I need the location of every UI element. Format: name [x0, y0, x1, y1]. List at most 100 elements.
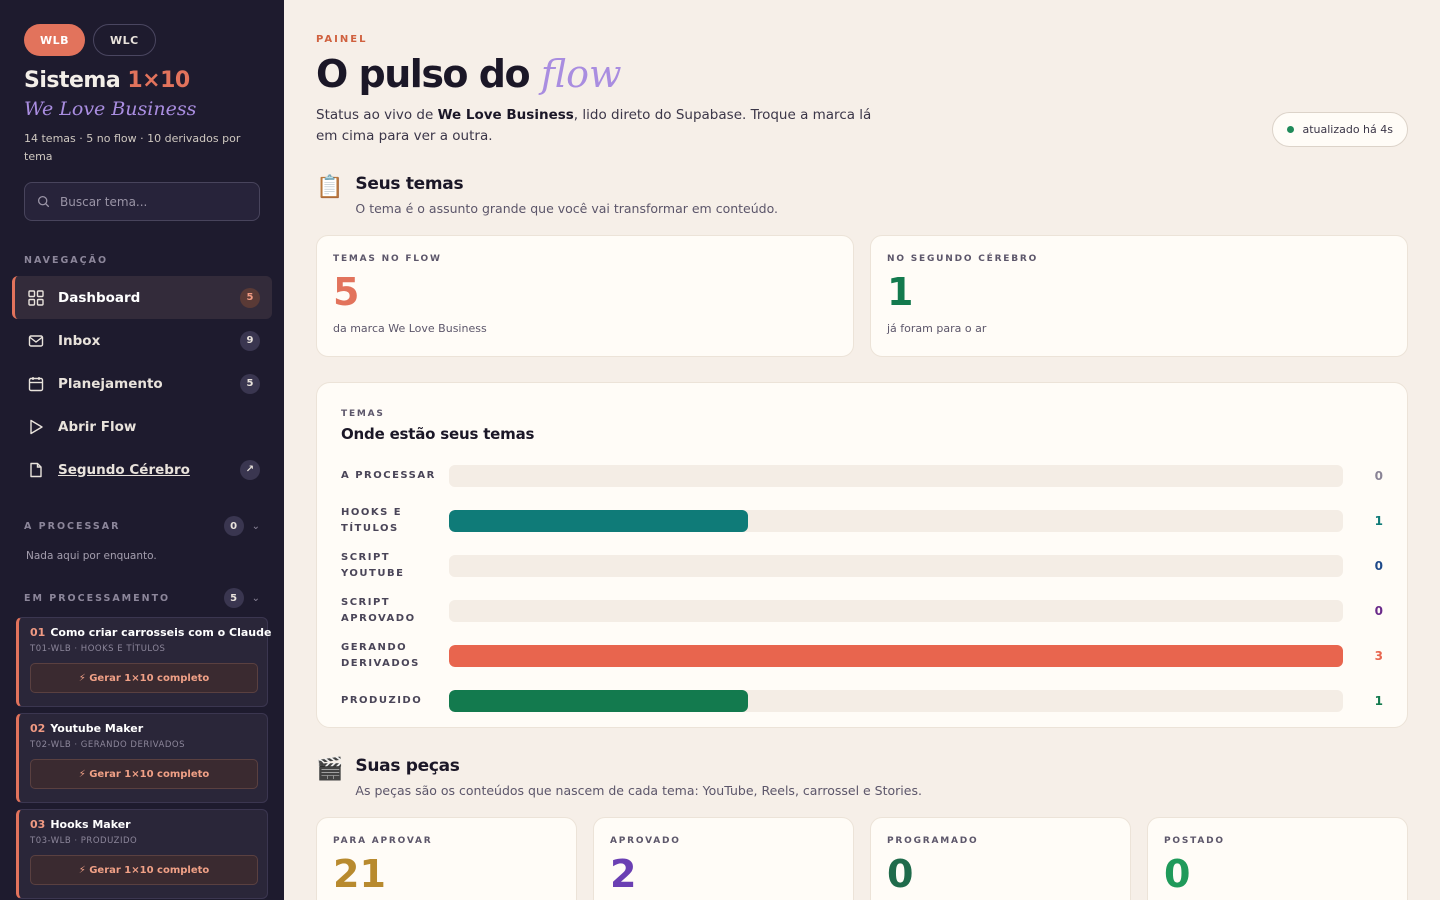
page-eyebrow: PAINEL — [316, 34, 368, 45]
nav-badge: 5 — [240, 287, 260, 308]
section-em-processamento[interactable]: EM PROCESSAMENTO 5 ⌄ — [24, 588, 260, 608]
bar-value: 3 — [1374, 648, 1383, 663]
document-icon — [30, 462, 42, 477]
bar-track — [448, 599, 1344, 622]
stat-value: 5 — [333, 270, 360, 314]
bar-value: 0 — [1374, 468, 1383, 483]
bar-value: 0 — [1374, 558, 1383, 573]
clipboard-icon: 📋 — [316, 175, 344, 200]
stat-desc: já foram para o ar — [887, 322, 987, 335]
nav-item-label: Planejamento — [58, 375, 163, 392]
stat-label: POSTADO — [1164, 836, 1225, 846]
stat-value: 21 — [333, 852, 386, 896]
system-title-accent: 1×10 — [127, 68, 190, 93]
tema-card-title: 02 Youtube Maker — [30, 722, 257, 735]
stat-card-postado: POSTADO 0 — [1147, 817, 1408, 900]
nav-item-inbox[interactable]: Inbox 9 — [12, 319, 272, 362]
section-a-processar[interactable]: A PROCESSAR 0 ⌄ — [24, 516, 260, 536]
brand-toggle: WLB WLC — [24, 24, 156, 56]
bar-value: 1 — [1374, 693, 1383, 708]
search-icon — [37, 195, 50, 208]
tema-card[interactable]: 03 Hooks Maker T03-WLB · PRODUZIDO ⚡ Gera… — [16, 809, 268, 899]
external-link-icon: ↗ — [240, 459, 260, 480]
bar-fill — [448, 644, 1344, 667]
search-box[interactable] — [24, 182, 260, 221]
nav-item-planejamento[interactable]: Planejamento 5 — [12, 362, 272, 405]
bar-label: PRODUZIDO — [341, 694, 423, 706]
nav-item-label: Dashboard — [58, 289, 141, 306]
stat-card-segundo-cerebro: NO SEGUNDO CÉREBRO 1 já foram para o ar — [870, 235, 1408, 357]
bar-row: PRODUZIDO 1 — [341, 678, 1383, 723]
nav-badge: 5 — [240, 373, 260, 394]
nav-item-label: Inbox — [58, 332, 101, 349]
section-title: Seus temas — [355, 174, 464, 194]
updated-text: atualizado há 4s — [1302, 123, 1393, 136]
bar-chart: A PROCESSAR 0 HOOKS E TÍTULOS 1 SCRIPT YOUTU… — [341, 453, 1383, 723]
section-subtitle: As peças são os conteúdos que nascem de … — [355, 783, 922, 798]
panel-label: TEMAS — [341, 409, 385, 419]
bar-label: A PROCESSAR — [341, 469, 436, 481]
nav-item-label: Abrir Flow — [58, 418, 137, 435]
bar-row: GERANDO DERIVADOS 3 — [341, 633, 1383, 678]
lead-brand: We Love Business — [437, 107, 574, 123]
section-subtitle: O tema é o assunto grande que você vai t… — [355, 201, 779, 216]
stat-card-para-aprovar: PARA APROVAR 21 — [316, 817, 577, 900]
gerar-completo-button[interactable]: ⚡ Gerar 1×10 completo — [30, 855, 258, 885]
nav-item-dashboard[interactable]: Dashboard 5 — [12, 276, 272, 319]
page-title-text: O pulso do — [316, 52, 531, 96]
main-content: PAINEL O pulso do flow Status ao vivo de… — [284, 0, 1440, 900]
empty-state: Nada aqui por enquanto. — [26, 550, 157, 562]
tema-card-sub: T02-WLB · GERANDO DERIVADOS — [30, 740, 185, 750]
bar-label: HOOKS E TÍTULOS — [341, 506, 403, 534]
bar-track — [448, 644, 1344, 667]
panel-title: Onde estão seus temas — [341, 425, 535, 443]
stat-label: APROVADO — [610, 836, 681, 846]
chevron-down-icon: ⌄ — [251, 592, 260, 604]
section-title: Suas peças — [355, 756, 460, 776]
bar-value: 1 — [1374, 513, 1383, 528]
bar-label: SCRIPT APROVADO — [341, 596, 416, 624]
stat-value: 0 — [887, 852, 914, 896]
bar-track — [448, 689, 1344, 712]
bar-fill — [448, 689, 748, 712]
section-label: A PROCESSAR — [24, 520, 121, 532]
tema-number: 02 — [30, 722, 46, 735]
tema-card[interactable]: 02 Youtube Maker T02-WLB · GERANDO DERIVA… — [16, 713, 268, 803]
stat-card-aprovado: APROVADO 2 — [593, 817, 854, 900]
tema-card[interactable]: 01 Como criar carrosseis com o Claude T01… — [16, 617, 271, 707]
bar-track — [448, 509, 1344, 532]
search-input[interactable] — [60, 194, 240, 209]
tema-title: Youtube Maker — [50, 722, 144, 735]
tema-card-title: 01 Como criar carrosseis com o Claude — [30, 626, 271, 639]
nav-item-abrir-flow[interactable]: Abrir Flow — [12, 405, 272, 448]
tema-number: 03 — [30, 818, 46, 831]
bar-track — [448, 464, 1344, 487]
grid-icon — [28, 289, 44, 306]
gerar-completo-button[interactable]: ⚡ Gerar 1×10 completo — [30, 759, 258, 789]
section-label: EM PROCESSAMENTO — [24, 592, 171, 604]
brand-wlc-button[interactable]: WLC — [93, 24, 156, 56]
stat-label: TEMAS NO FLOW — [333, 254, 442, 264]
stat-card-programado: PROGRAMADO 0 — [870, 817, 1131, 900]
bar-row: SCRIPT APROVADO 0 — [341, 588, 1383, 633]
gerar-completo-button[interactable]: ⚡ Gerar 1×10 completo — [30, 663, 258, 693]
inbox-icon — [28, 334, 44, 347]
nav-item-segundo-cerebro[interactable]: Segundo Cérebro ↗ — [12, 448, 272, 491]
stat-label: PARA APROVAR — [333, 836, 433, 846]
tema-number: 01 — [30, 626, 46, 639]
bar-row: HOOKS E TÍTULOS 1 — [341, 498, 1383, 543]
system-title: Sistema 1×10 — [24, 68, 190, 93]
tema-title: Como criar carrosseis com o Claude — [50, 626, 272, 639]
status-dot-icon — [1287, 126, 1295, 133]
calendar-icon — [28, 376, 44, 391]
section-count: 5 — [223, 588, 244, 608]
updated-badge: atualizado há 4s — [1272, 112, 1408, 147]
bar-label: SCRIPT YOUTUBE — [341, 551, 405, 579]
tema-card-sub: T03-WLB · PRODUZIDO — [30, 836, 138, 846]
brand-wlb-button[interactable]: WLB — [24, 24, 86, 56]
clapperboard-icon: 🎬 — [316, 757, 344, 782]
tema-title: Hooks Maker — [50, 818, 131, 831]
page-lead: Status ao vivo de We Love Business, lido… — [316, 105, 876, 147]
bar-value: 0 — [1374, 603, 1383, 618]
system-title-main: Sistema — [24, 68, 121, 93]
